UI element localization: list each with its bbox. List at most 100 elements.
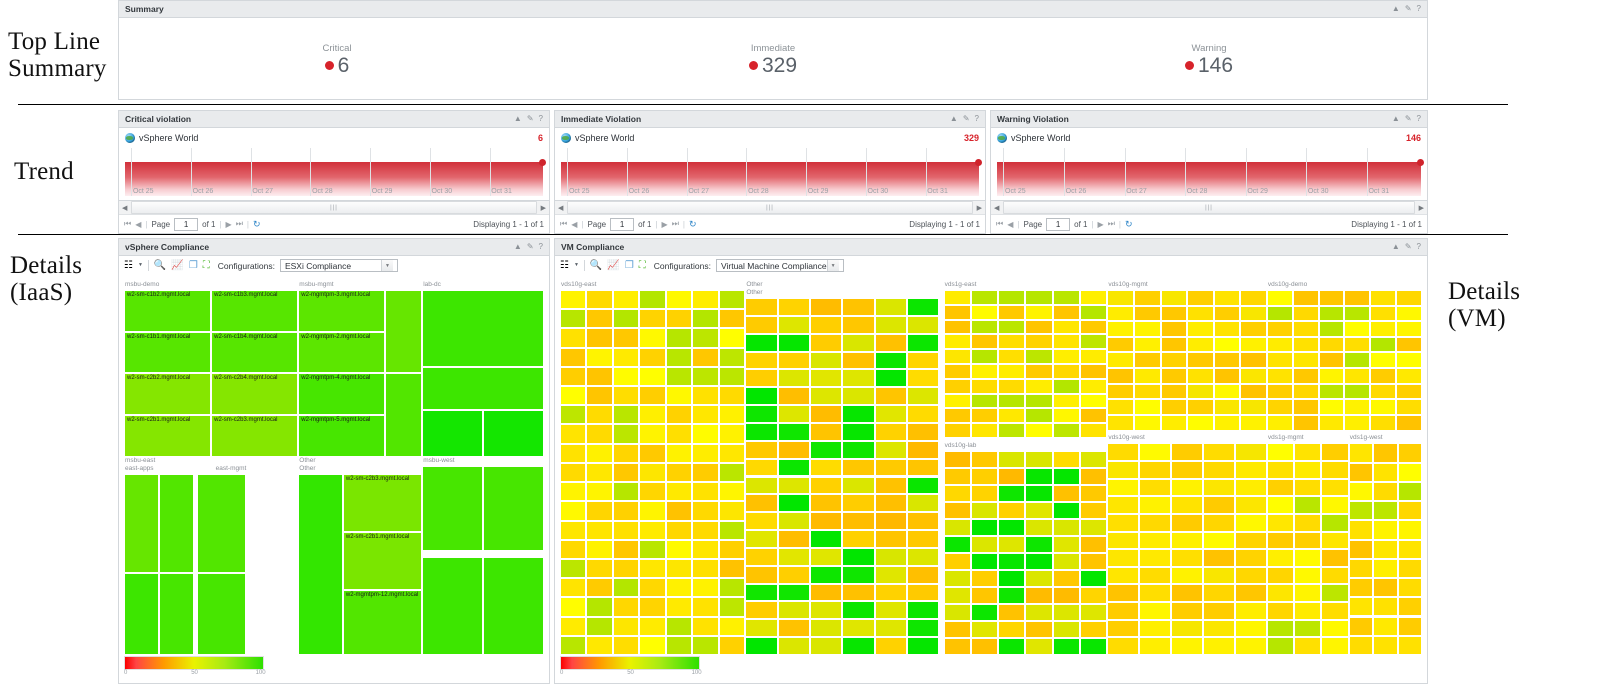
treemap-tile[interactable]	[1234, 478, 1267, 497]
treemap-tile[interactable]	[1397, 578, 1422, 598]
treemap-tile[interactable]	[1213, 399, 1241, 415]
treemap-tile[interactable]	[1240, 336, 1267, 353]
treemap-tile[interactable]	[906, 458, 940, 477]
treemap-tile[interactable]	[998, 378, 1026, 394]
treemap-tile[interactable]	[842, 387, 875, 406]
treemap-tile[interactable]	[1187, 336, 1214, 353]
treemap-tile[interactable]	[970, 518, 999, 536]
treemap-tile[interactable]	[665, 290, 693, 310]
treemap-tile[interactable]	[1266, 443, 1295, 461]
treemap-tile[interactable]	[1139, 531, 1172, 550]
treemap-tile[interactable]	[1240, 414, 1267, 431]
treemap-tile[interactable]	[1187, 305, 1214, 322]
treemap-tile[interactable]	[1080, 423, 1108, 439]
summary-tools[interactable]: ▲ ✎ ?	[1392, 5, 1421, 13]
help-icon[interactable]: ?	[1417, 243, 1421, 251]
treemap-tile[interactable]	[1133, 368, 1161, 384]
treemap-tile[interactable]	[1171, 496, 1204, 514]
refresh-icon[interactable]: ↻	[1125, 219, 1133, 230]
treemap-tile[interactable]	[874, 298, 907, 316]
treemap-tile[interactable]	[612, 462, 640, 483]
treemap-tile[interactable]	[718, 616, 746, 636]
treemap-tile[interactable]	[1107, 513, 1140, 532]
treemap-tile[interactable]	[1139, 478, 1172, 497]
treemap-tile[interactable]	[1213, 321, 1241, 337]
treemap-tile[interactable]	[612, 443, 640, 463]
treemap-tile[interactable]	[1294, 496, 1322, 514]
treemap-tile[interactable]	[874, 583, 907, 602]
treemap-tile[interactable]	[1321, 443, 1349, 461]
treemap-tile[interactable]	[842, 405, 875, 423]
treemap-tile[interactable]	[809, 619, 843, 638]
sparkline-area-chart[interactable]: Oct 25 Oct 26 Oct 27 Oct 28 Oct 29 Oct 30 Oct …	[125, 148, 546, 196]
treemap-tile[interactable]	[665, 347, 693, 367]
treemap-tile[interactable]	[612, 539, 640, 559]
treemap-tile[interactable]	[1080, 603, 1108, 621]
first-page-icon[interactable]: ⏮	[560, 219, 567, 229]
treemap-tile[interactable]	[483, 556, 544, 655]
treemap-tile[interactable]	[1160, 305, 1188, 322]
treemap-tile[interactable]	[1318, 290, 1345, 306]
treemap-tile[interactable]	[639, 424, 666, 444]
treemap-tile[interactable]	[1025, 378, 1053, 394]
treemap-tile[interactable]	[1396, 305, 1422, 322]
treemap-tile[interactable]	[1171, 637, 1204, 655]
treemap-tile[interactable]	[586, 405, 613, 425]
treemap-tile[interactable]	[422, 366, 544, 411]
treemap-tile[interactable]	[906, 440, 940, 459]
treemap-tile[interactable]	[718, 597, 746, 617]
treemap-tile[interactable]	[906, 601, 940, 620]
collapse-icon[interactable]: ▲	[1392, 115, 1400, 123]
treemap-tile[interactable]	[612, 501, 640, 521]
treemap-tile[interactable]	[1107, 336, 1134, 353]
treemap-tile[interactable]	[1292, 290, 1319, 306]
treemap-tile[interactable]	[1160, 399, 1188, 415]
treemap-tile[interactable]	[777, 369, 810, 388]
treemap-tile[interactable]	[1080, 535, 1108, 553]
treemap-tile[interactable]	[718, 405, 746, 425]
treemap-tile[interactable]	[483, 465, 544, 551]
scroll-left-icon[interactable]: ◀	[555, 204, 566, 212]
fullscreen-icon[interactable]: ⛶	[639, 260, 646, 271]
treemap-tile[interactable]	[718, 328, 746, 348]
treemap-tile[interactable]	[1025, 334, 1053, 350]
horizontal-scrollbar[interactable]: ◀ ||| ▶	[991, 201, 1427, 215]
treemap-tile[interactable]	[422, 290, 544, 367]
treemap-tile[interactable]	[809, 476, 843, 495]
treemap-tile[interactable]	[422, 556, 484, 655]
page-input[interactable]: 1	[174, 217, 199, 231]
treemap-tile[interactable]	[943, 484, 971, 502]
treemap-tile[interactable]	[718, 482, 746, 502]
treemap-tile[interactable]	[718, 539, 746, 559]
treemap-tile[interactable]	[1107, 566, 1140, 585]
treemap-tile[interactable]	[809, 565, 843, 584]
treemap-tile[interactable]	[639, 290, 666, 310]
treemap-tile[interactable]	[1171, 443, 1204, 461]
treemap-tile[interactable]	[745, 494, 778, 513]
treemap-tile[interactable]	[998, 304, 1026, 320]
treemap-tile[interactable]	[385, 290, 423, 374]
treemap-tile[interactable]	[1025, 319, 1053, 335]
treemap-tile[interactable]	[1133, 290, 1161, 306]
treemap-tile[interactable]	[1025, 423, 1053, 439]
treemap-tile[interactable]	[1025, 552, 1053, 570]
treemap-tile[interactable]	[1080, 334, 1108, 350]
treemap-tile[interactable]	[1321, 478, 1349, 497]
edit-icon[interactable]: ✎	[527, 243, 534, 251]
treemap-tile[interactable]	[1025, 569, 1053, 587]
treemap-tile[interactable]	[943, 378, 971, 394]
treemap-tile[interactable]	[1321, 460, 1349, 479]
treemap-tile[interactable]	[777, 565, 810, 584]
treemap-tile[interactable]	[874, 512, 907, 531]
treemap-tile[interactable]	[1294, 460, 1322, 479]
treemap-tile[interactable]	[586, 309, 613, 329]
treemap-tile[interactable]	[874, 405, 907, 423]
treemap-tile[interactable]	[718, 347, 746, 367]
treemap-tile[interactable]	[809, 405, 843, 423]
treemap-tile[interactable]	[560, 462, 587, 483]
treemap-tile[interactable]	[1234, 602, 1267, 620]
treemap-tile[interactable]	[586, 290, 613, 310]
portlet-tools[interactable]: ▲ ✎?	[514, 243, 543, 251]
treemap-tile[interactable]	[1139, 549, 1172, 567]
treemap-tile[interactable]	[1373, 501, 1398, 521]
